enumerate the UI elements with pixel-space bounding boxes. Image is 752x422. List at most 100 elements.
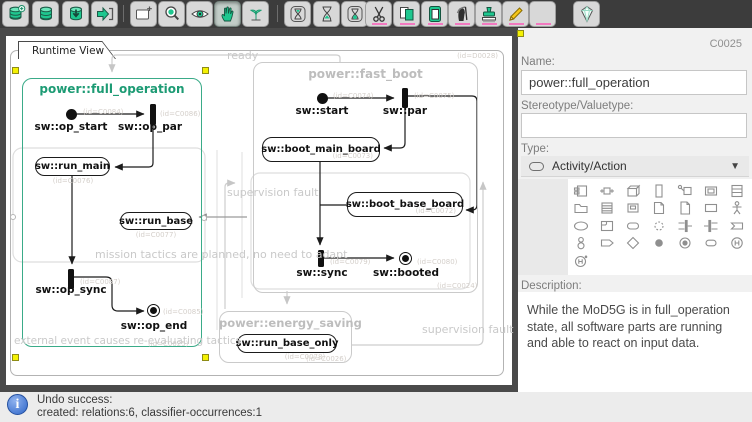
hourglass-done-button[interactable] <box>341 1 368 27</box>
main-toolbar <box>0 0 752 28</box>
final-node-icon[interactable] <box>672 235 698 253</box>
initial-node-icon[interactable] <box>646 235 672 253</box>
shallow-history-icon[interactable] <box>724 235 750 253</box>
activity-run-base[interactable]: sw::run_base <box>120 212 192 230</box>
hand-icon <box>218 4 238 24</box>
selection-handle[interactable] <box>12 67 19 74</box>
ellipse-icon[interactable] <box>568 217 594 235</box>
hourglass-start-button[interactable] <box>284 1 311 27</box>
hotkey-marker <box>509 23 524 25</box>
diagram-canvas[interactable]: Runtime View (id=D0028) <box>6 36 512 385</box>
application-window: Runtime View (id=D0028) <box>0 0 752 422</box>
initial-node-start[interactable] <box>317 93 328 104</box>
gem-icon <box>577 4 597 24</box>
selection-handle[interactable] <box>517 30 524 37</box>
empty-tool-button[interactable] <box>529 1 556 27</box>
new-frame-button[interactable] <box>130 1 157 27</box>
titled-box-icon[interactable] <box>620 200 646 218</box>
name-label: Name: <box>521 56 555 68</box>
deep-history-icon[interactable] <box>568 252 594 270</box>
element-code: C0025 <box>710 38 742 50</box>
description-label: Description: <box>521 280 582 292</box>
zoom-button[interactable] <box>158 1 185 27</box>
activity-run-base-only[interactable]: sw::run_base_only <box>237 334 337 353</box>
selection-handle[interactable] <box>202 354 209 361</box>
selection-handle[interactable] <box>202 67 209 74</box>
activity-run-main[interactable]: sw::run_main <box>35 157 110 176</box>
delete-button[interactable] <box>448 1 475 27</box>
dashed-circle-icon[interactable] <box>646 217 672 235</box>
send-signal-icon[interactable] <box>594 235 620 253</box>
db-icon <box>36 4 56 24</box>
figure-eight-icon[interactable] <box>568 235 594 253</box>
hotkey-marker <box>428 23 443 25</box>
small-rounded-rect-icon[interactable] <box>698 235 724 253</box>
vertical-rect-icon[interactable] <box>646 182 672 200</box>
node-id-label: (id=C0087) <box>80 278 120 286</box>
activity-rounded-rect-icon[interactable] <box>620 217 646 235</box>
description-text: While the MoD5G is in full_operation sta… <box>518 292 752 352</box>
list-box-icon[interactable] <box>594 200 620 218</box>
port-class-icon[interactable] <box>672 182 698 200</box>
gem-button[interactable] <box>573 1 600 27</box>
document-icon[interactable] <box>672 200 698 218</box>
hotkey-marker <box>372 23 387 25</box>
final-node-op-end[interactable] <box>147 304 160 317</box>
db-import-button[interactable] <box>62 1 89 27</box>
frame-icon[interactable] <box>594 217 620 235</box>
note-icon[interactable] <box>646 200 672 218</box>
table-rows-icon[interactable] <box>724 182 750 200</box>
fork-node-icon[interactable] <box>698 217 724 235</box>
rect-icon[interactable] <box>698 200 724 218</box>
paste-button[interactable] <box>421 1 448 27</box>
decision-diamond-icon[interactable] <box>620 235 646 253</box>
activity-boot-base-board[interactable]: sw::boot_base_board(id=C0072) <box>347 192 463 217</box>
node-id-label: (id=C0076) <box>45 177 101 185</box>
status-line-1: Undo success: <box>37 394 112 406</box>
cut-button[interactable] <box>365 1 392 27</box>
db-export-icon <box>95 4 115 24</box>
state-title: power::full_operation <box>22 82 202 96</box>
actor-icon[interactable] <box>724 200 750 218</box>
hotkey-marker <box>455 23 470 25</box>
assembly-connector-icon[interactable] <box>594 182 620 200</box>
join-node-icon[interactable] <box>672 217 698 235</box>
annotation-mission-tactics: mission tactics are planned, no need to … <box>95 248 347 261</box>
magnifier-icon <box>162 4 182 24</box>
db-add-button[interactable] <box>2 1 29 27</box>
stamp-button[interactable] <box>475 1 502 27</box>
name-field[interactable] <box>521 70 747 95</box>
db-export-button[interactable] <box>91 1 118 27</box>
component-icon[interactable] <box>568 182 594 200</box>
node-id-label: (id=C0080) <box>417 258 457 266</box>
node-id-label: (id=C0073) <box>333 152 373 160</box>
grow-button[interactable] <box>242 1 269 27</box>
type-label: Type: <box>521 143 549 155</box>
pencil-icon <box>506 4 526 24</box>
pan-button[interactable] <box>214 1 241 27</box>
cut-icon <box>369 4 389 24</box>
initial-node-op-start[interactable] <box>66 109 77 120</box>
selection-handle[interactable] <box>12 354 19 361</box>
signal-receive-icon[interactable] <box>724 217 750 235</box>
folder-icon[interactable] <box>568 200 594 218</box>
final-node-booted[interactable] <box>399 252 412 265</box>
node-id-label: (id=C0078) <box>270 353 340 361</box>
type-dropdown[interactable]: Activity/Action ▼ <box>521 156 749 177</box>
db-button[interactable] <box>32 1 59 27</box>
hotkey-marker <box>536 23 551 25</box>
view-button[interactable] <box>186 1 213 27</box>
state-title: power::fast_boot <box>253 67 478 81</box>
hourglass-done-icon <box>345 4 365 24</box>
node-label: sw::booted <box>356 267 456 279</box>
stereotype-field[interactable] <box>521 113 747 138</box>
node-label: sw::op_par <box>110 121 190 133</box>
hourglass-button[interactable] <box>313 1 340 27</box>
image-box-icon[interactable] <box>698 182 724 200</box>
node-3d-icon[interactable] <box>620 182 646 200</box>
edit-button[interactable] <box>502 1 529 27</box>
copy-button[interactable] <box>393 1 420 27</box>
node-label: sw::start <box>272 105 372 117</box>
activity-boot-main-board[interactable]: sw::boot_main_board(id=C0073) <box>262 137 380 162</box>
status-line-2: created: relations:6, classifier-occurre… <box>37 407 262 419</box>
